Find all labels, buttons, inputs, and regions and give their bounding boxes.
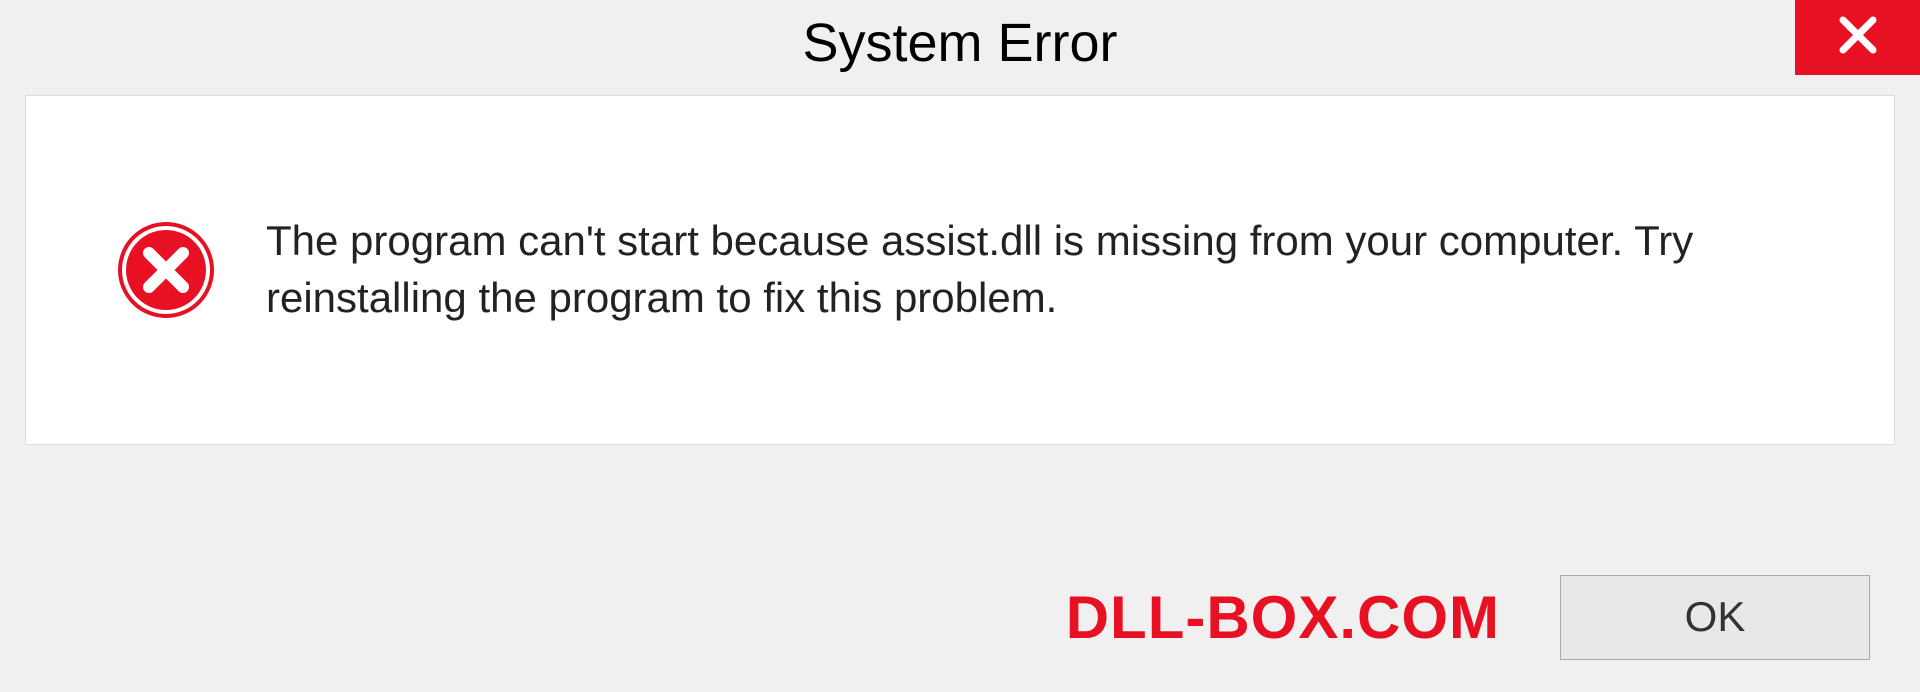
close-icon	[1838, 15, 1878, 60]
ok-button-label: OK	[1685, 593, 1746, 641]
close-button[interactable]	[1795, 0, 1920, 75]
dialog-footer: DLL-BOX.COM OK	[0, 542, 1920, 692]
ok-button[interactable]: OK	[1560, 575, 1870, 660]
dialog-title: System Error	[802, 12, 1117, 74]
dialog-content: The program can't start because assist.d…	[25, 95, 1895, 445]
watermark-text: DLL-BOX.COM	[1066, 583, 1500, 652]
error-icon	[116, 220, 216, 320]
error-message: The program can't start because assist.d…	[266, 213, 1864, 326]
title-bar: System Error	[0, 0, 1920, 95]
